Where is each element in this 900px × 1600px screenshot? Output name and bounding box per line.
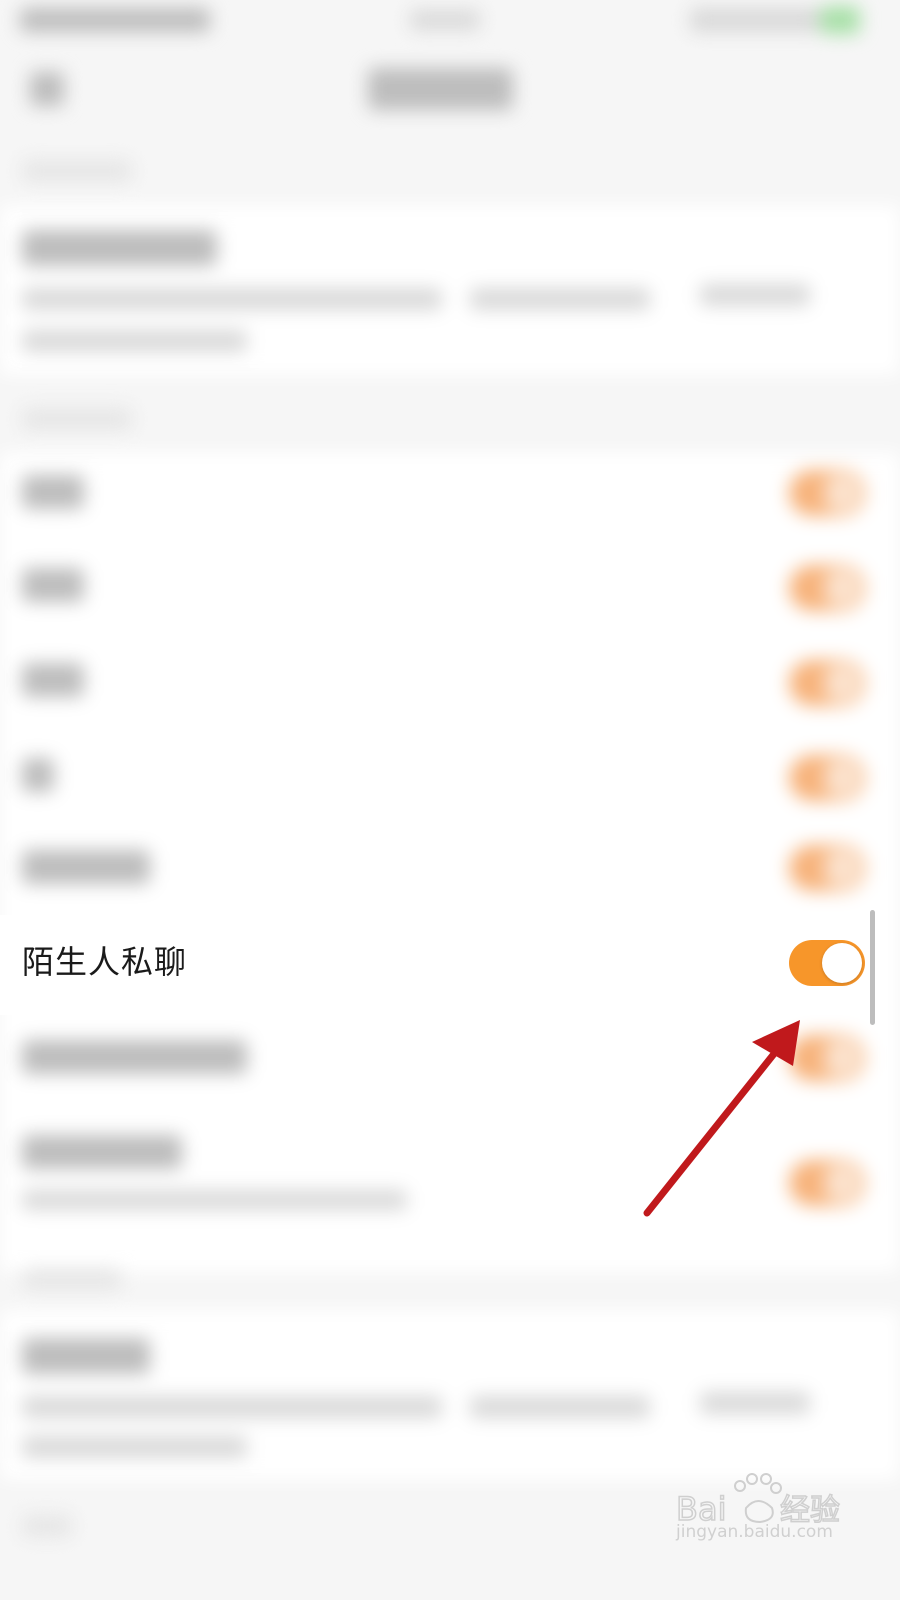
setting-title (22, 1338, 150, 1374)
blurred-background (0, 0, 900, 1600)
setting-title (22, 230, 217, 266)
toggle (789, 1035, 865, 1081)
section-header (22, 160, 132, 182)
row-label (22, 1040, 247, 1074)
row-label (22, 850, 150, 884)
settings-screen: 陌生人私聊 Bai 经验 jingyan.baidu.com (0, 0, 900, 1600)
stranger-private-chat-toggle[interactable] (789, 940, 865, 986)
toggle (789, 565, 865, 611)
status-bar-left (20, 8, 210, 32)
nav-title (368, 68, 513, 110)
row-label (22, 1135, 182, 1169)
battery-icon (820, 6, 860, 34)
section-header (22, 408, 132, 430)
toggle-knob (822, 943, 862, 983)
scrollbar[interactable] (870, 910, 875, 1025)
setting-desc (22, 330, 247, 352)
row-label (22, 758, 54, 792)
setting-desc (22, 1396, 442, 1418)
toggle (789, 755, 865, 801)
row-label (22, 475, 84, 509)
setting-value (700, 1392, 810, 1414)
toggle (789, 660, 865, 706)
setting-desc (470, 1396, 650, 1418)
setting-value (700, 284, 810, 306)
back-icon (30, 72, 64, 106)
status-bar-time (410, 10, 480, 30)
row-label (22, 568, 84, 602)
row-desc (22, 1190, 407, 1210)
section-header (22, 1515, 72, 1537)
toggle (789, 845, 865, 891)
row-label (22, 663, 84, 697)
setting-desc (22, 288, 442, 310)
stranger-private-chat-label: 陌生人私聊 (22, 943, 188, 981)
toggle (789, 470, 865, 516)
toggle (789, 1160, 865, 1206)
status-bar-right (690, 8, 820, 32)
watermark-url: jingyan.baidu.com (676, 1522, 833, 1542)
section-header (22, 1268, 122, 1290)
setting-desc (22, 1436, 247, 1458)
setting-desc (470, 288, 650, 310)
